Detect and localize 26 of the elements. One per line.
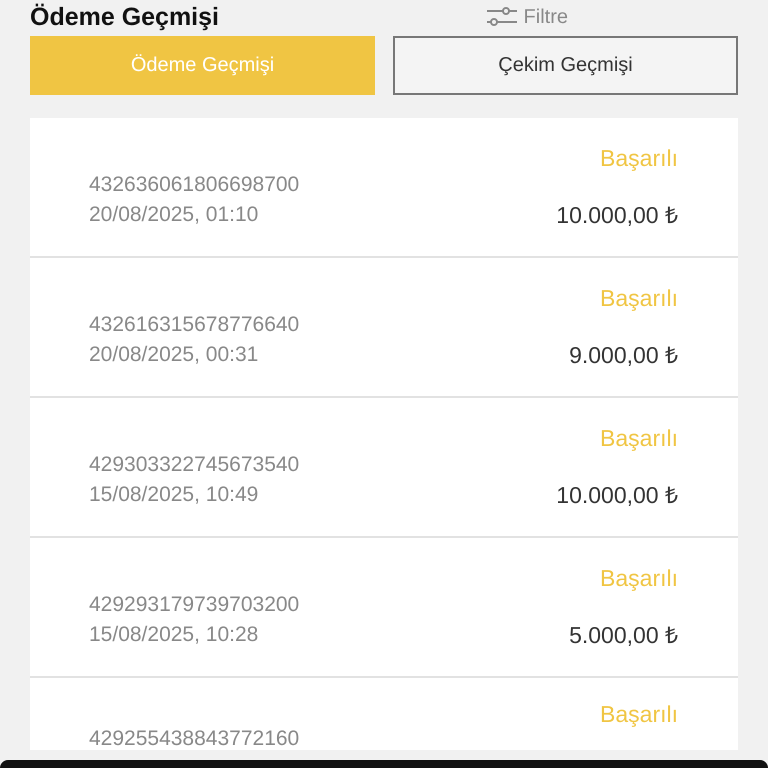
amount: 10.000,00 ₺ — [556, 481, 678, 510]
amount: 5.000,00 ₺ — [569, 621, 678, 650]
status-label: Başarılı — [599, 144, 678, 173]
payment-row[interactable]: Başarılı 432616315678776640 20/08/2025, 00:31 9.000,00 ₺ — [30, 258, 738, 398]
payment-row[interactable]: Başarılı 429293179739703200 15/08/2025, 10:28 5.000,00 ₺ — [30, 538, 738, 678]
status-label: Başarılı — [599, 284, 678, 313]
payment-row[interactable]: Başarılı 432636061806698700 20/08/2025, 01:10 10.000,00 ₺ — [30, 118, 738, 258]
transaction-id: 429255438843772160 — [89, 726, 300, 752]
transaction-date: 15/08/2025, 10:49 — [89, 482, 260, 508]
transaction-id: 432636061806698700 — [89, 172, 300, 198]
amount: 9.000,00 ₺ — [569, 341, 678, 370]
status-label: Başarılı — [599, 564, 678, 593]
status-label: Başarılı — [599, 424, 678, 453]
transaction-id: 429293179739703200 — [89, 592, 300, 618]
transaction-date: 15/08/2025, 10:28 — [89, 622, 260, 648]
transaction-id: 429303322745673540 — [89, 452, 300, 478]
page-title: Ödeme Geçmişi — [30, 2, 220, 32]
filter-icon[interactable] — [486, 6, 518, 28]
status-label: Başarılı — [600, 700, 678, 729]
transaction-date: 20/08/2025, 00:31 — [89, 342, 260, 368]
transaction-date: 20/08/2025, 01:10 — [89, 202, 260, 228]
transaction-id: 432616315678776640 — [89, 312, 300, 338]
tab[interactable]: Çekim Geçmişi — [393, 36, 738, 95]
amount: 10.000,00 ₺ — [556, 201, 678, 230]
payment-row[interactable]: Başarılı 429303322745673540 15/08/2025, 10:49 10.000,00 ₺ — [30, 398, 738, 538]
payment-row[interactable]: Başarılı 429255438843772160 — [30, 678, 738, 750]
